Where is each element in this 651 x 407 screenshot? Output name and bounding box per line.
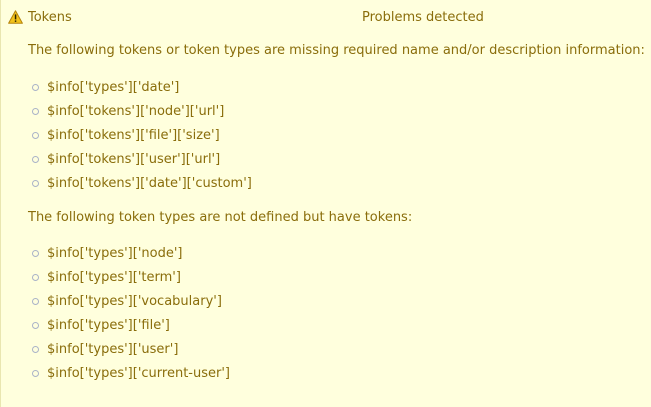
token-name: $info['tokens']['user']['url']	[47, 152, 221, 167]
status-report-panel: Tokens Problems detected The following t…	[0, 0, 651, 407]
bullet-icon	[32, 156, 39, 163]
list-item: $info['tokens']['node']['url']	[32, 103, 252, 127]
undefined-types-list: $info['types']['node'] $info['types']['t…	[32, 245, 230, 389]
status-header: Tokens Problems detected	[8, 9, 651, 27]
list-item: $info['types']['term']	[32, 269, 230, 293]
undefined-types-intro: The following token types are not define…	[28, 210, 413, 225]
token-name: $info['types']['user']	[47, 342, 179, 357]
bullet-icon	[32, 108, 39, 115]
token-name: $info['tokens']['date']['custom']	[47, 176, 252, 191]
bullet-icon	[32, 132, 39, 139]
bullet-icon	[32, 250, 39, 257]
token-name: $info['types']['file']	[47, 318, 170, 333]
token-name: $info['tokens']['node']['url']	[47, 104, 225, 119]
bullet-icon	[32, 298, 39, 305]
token-name: $info['types']['node']	[47, 246, 183, 261]
status-title: Tokens	[28, 10, 72, 25]
warning-icon	[8, 10, 23, 24]
token-name: $info['types']['current-user']	[47, 366, 230, 381]
bullet-icon	[32, 322, 39, 329]
list-item: $info['types']['current-user']	[32, 365, 230, 389]
bullet-icon	[32, 180, 39, 187]
token-name: $info['tokens']['file']['size']	[47, 128, 220, 143]
token-name: $info['types']['date']	[47, 80, 180, 95]
missing-info-list: $info['types']['date'] $info['tokens']['…	[32, 79, 252, 199]
list-item: $info['types']['vocabulary']	[32, 293, 230, 317]
list-item: $info['types']['date']	[32, 79, 252, 103]
missing-info-intro: The following tokens or token types are …	[28, 43, 645, 58]
list-item: $info['tokens']['date']['custom']	[32, 175, 252, 199]
list-item: $info['tokens']['user']['url']	[32, 151, 252, 175]
bullet-icon	[32, 346, 39, 353]
list-item: $info['types']['node']	[32, 245, 230, 269]
token-name: $info['types']['term']	[47, 270, 181, 285]
bullet-icon	[32, 370, 39, 377]
token-name: $info['types']['vocabulary']	[47, 294, 222, 309]
bullet-icon	[32, 274, 39, 281]
list-item: $info['types']['user']	[32, 341, 230, 365]
list-item: $info['types']['file']	[32, 317, 230, 341]
status-severity: Problems detected	[362, 10, 484, 25]
list-item: $info['tokens']['file']['size']	[32, 127, 252, 151]
bullet-icon	[32, 84, 39, 91]
